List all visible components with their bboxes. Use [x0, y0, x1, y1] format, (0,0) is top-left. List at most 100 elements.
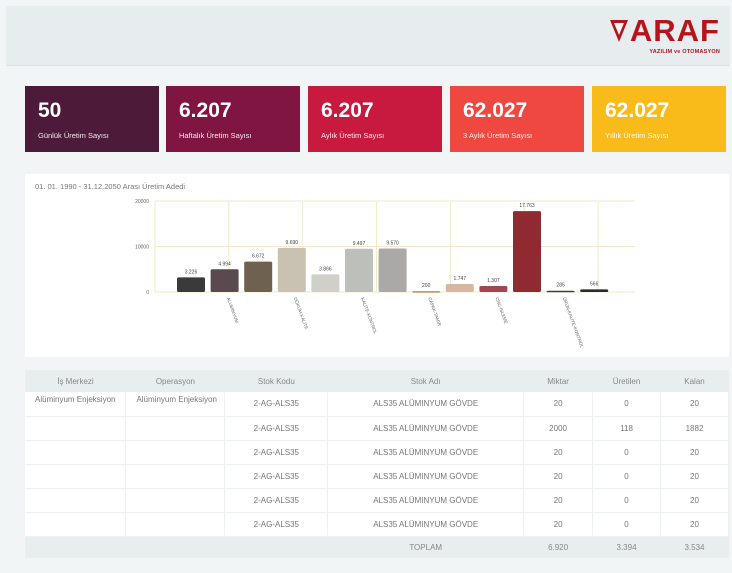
cell-stock-code: 2-AG-ALS35: [224, 488, 329, 513]
footer-empty: [25, 536, 126, 558]
cell-remaining: 20: [660, 512, 729, 537]
stat-value: 6.207: [321, 99, 374, 122]
stat-card-yearly[interactable]: 62.027 Yıllık Üretim Sayısı: [592, 86, 726, 152]
cell-operation: [125, 488, 226, 513]
chart-bar[interactable]: [445, 284, 474, 292]
cell-stock-name: ALS35 ALÜMINYUM GÖVDE: [327, 464, 525, 489]
table-body: Alüminyum Enjeksiyon Alüminyum Enjeksiyon…: [25, 392, 729, 537]
production-chart-panel: 01. 01. 1990 - 31.12.2050 Arası Üretim A…: [25, 174, 729, 357]
chart-bar[interactable]: [244, 261, 273, 292]
chart-bar[interactable]: [210, 269, 239, 292]
col-header-produced[interactable]: Üretilen: [592, 370, 661, 392]
bar-value-label: 9.690: [286, 240, 299, 246]
chart-bar[interactable]: [580, 289, 609, 292]
y-tick-label: 10000: [135, 245, 149, 251]
col-header-quantity[interactable]: Miktar: [523, 370, 593, 392]
table-footer-row: TOPLAM 6.920 3.394 3.534: [25, 536, 729, 558]
chart-bar[interactable]: [177, 277, 205, 292]
col-header-operation[interactable]: Operasyon: [125, 370, 225, 392]
bar-value-label: 285: [556, 283, 565, 289]
cell-stock-code: 2-AG-ALS35: [224, 512, 329, 537]
cell-operation: [125, 464, 226, 489]
chart-bar[interactable]: [378, 248, 407, 292]
cell-stock-code: 2-AG-ALS35: [224, 392, 329, 417]
table-row[interactable]: Alüminyum Enjeksiyon Alüminyum Enjeksiyon…: [25, 392, 729, 417]
footer-total-quantity: 6.920: [523, 536, 593, 558]
logo-text: ARAF: [629, 13, 720, 48]
cell-remaining: 20: [660, 392, 729, 417]
work-order-table-wrap: İş Merkezi Operasyon Stok Kodu Stok Adı …: [25, 370, 729, 558]
footer-total-label: TOPLAM: [327, 536, 524, 558]
cell-produced: 0: [592, 464, 661, 489]
x-tick-label: ÜRÜN-KALITE-KONTROL: [562, 296, 586, 349]
cell-stock-name: ALS35 ALÜMINYUM GÖVDE: [327, 512, 525, 537]
chart-bar[interactable]: [345, 248, 373, 292]
chart-bar[interactable]: [513, 211, 541, 292]
chart-bar[interactable]: [479, 286, 508, 292]
cell-produced: 0: [592, 488, 661, 513]
col-header-work-center[interactable]: İş Merkezi: [25, 370, 126, 392]
bar-value-label: 6.672: [252, 254, 265, 260]
header-bar: ARAF YAZILIM ve OTOMASYON: [6, 6, 730, 66]
cell-remaining: 20: [660, 488, 729, 513]
chart-bar[interactable]: [311, 274, 340, 292]
cell-work-center: [25, 488, 127, 513]
cell-work-center: Alüminyum Enjeksiyon: [25, 392, 127, 417]
stat-card-monthly[interactable]: 6.207 Aylık Üretim Sayısı: [308, 86, 442, 152]
stat-label: 3 Aylık Üretim Sayısı: [463, 131, 533, 140]
cell-quantity: 20: [523, 464, 594, 489]
stat-value: 62.027: [463, 99, 528, 122]
chart-bar[interactable]: [412, 291, 441, 293]
cell-stock-code: 2-AG-ALS35: [224, 416, 329, 441]
bar-value-label: 3.226: [185, 269, 198, 275]
cell-quantity: 20: [523, 440, 594, 465]
bar-value-label: 3.866: [319, 266, 332, 272]
bar-value-label: 17.763: [519, 203, 535, 209]
table-header-row: İş Merkezi Operasyon Stok Kodu Stok Adı …: [25, 370, 729, 392]
cell-quantity: 20: [523, 488, 594, 513]
logo-mark-icon: [610, 20, 628, 42]
cell-produced: 0: [592, 512, 661, 537]
stat-card-weekly[interactable]: 6.207 Haftalık Üretim Sayısı: [166, 86, 300, 152]
table-row[interactable]: 2-AG-ALS35 ALS35 ALÜMINYUM GÖVDE 20 0 20: [25, 464, 729, 489]
table-row[interactable]: 2-AG-ALS35 ALS35 ALÜMINYUM GÖVDE 2000 118 18…: [25, 416, 729, 441]
production-bar-chart: 20000 10000 0 3.226 4.994 ALUMINYUM 6.672 9.690…: [135, 199, 635, 349]
cell-operation: [125, 440, 226, 465]
bar-value-label: 200: [422, 283, 431, 289]
col-header-stock-name[interactable]: Stok Adı: [327, 370, 524, 392]
cell-quantity: 2000: [523, 416, 594, 441]
dashboard-page: ARAF YAZILIM ve OTOMASYON 50 Günlük Üret…: [0, 0, 732, 573]
footer-empty: [224, 536, 328, 558]
table-row[interactable]: 2-AG-ALS35 ALS35 ALÜMINYUM GÖVDE 20 0 20: [25, 440, 729, 465]
bar-value-label: 566: [590, 281, 599, 287]
cell-operation: [125, 512, 226, 537]
cell-stock-code: 2-AG-ALS35: [224, 464, 329, 489]
cell-produced: 0: [592, 392, 661, 417]
cell-operation: [125, 416, 226, 441]
y-tick-label: 20000: [135, 199, 149, 205]
cell-work-center: [25, 512, 127, 537]
chart-bar[interactable]: [277, 247, 306, 292]
stat-card-daily[interactable]: 50 Günlük Üretim Sayısı: [25, 86, 159, 152]
col-header-stock-code[interactable]: Stok Kodu: [224, 370, 328, 392]
col-header-remaining[interactable]: Kalan: [660, 370, 729, 392]
cell-stock-name: ALS35 ALÜMINYUM GÖVDE: [327, 416, 525, 441]
chart-bar[interactable]: [546, 290, 575, 293]
cell-quantity: 20: [523, 392, 594, 417]
cell-produced: 118: [592, 416, 661, 441]
cell-remaining: 20: [660, 464, 729, 489]
cell-remaining: 1882: [660, 416, 729, 441]
table-row[interactable]: 2-AG-ALS35 ALS35 ALÜMINYUM GÖVDE 20 0 20: [25, 488, 729, 513]
stat-cards: 50 Günlük Üretim Sayısı 6.207 Haftalık Ü…: [25, 86, 731, 152]
brand-logo: ARAF YAZILIM ve OTOMASYON: [606, 14, 720, 60]
cell-stock-code: 2-AG-ALS35: [224, 440, 329, 465]
x-tick-label: CAPAK-TAMIR: [427, 297, 442, 328]
bar-value-label: 1.747: [454, 276, 467, 282]
bar-value-label: 9.497: [353, 241, 366, 247]
table-row[interactable]: 2-AG-ALS35 ALS35 ALÜMINYUM GÖVDE 20 0 20: [25, 512, 729, 537]
stat-card-quarterly[interactable]: 62.027 3 Aylık Üretim Sayısı: [450, 86, 584, 152]
cell-remaining: 20: [660, 440, 729, 465]
cell-stock-name: ALS35 ALÜMINYUM GÖVDE: [327, 392, 525, 417]
cell-work-center: [25, 440, 127, 465]
stat-label: Yıllık Üretim Sayısı: [605, 131, 669, 140]
